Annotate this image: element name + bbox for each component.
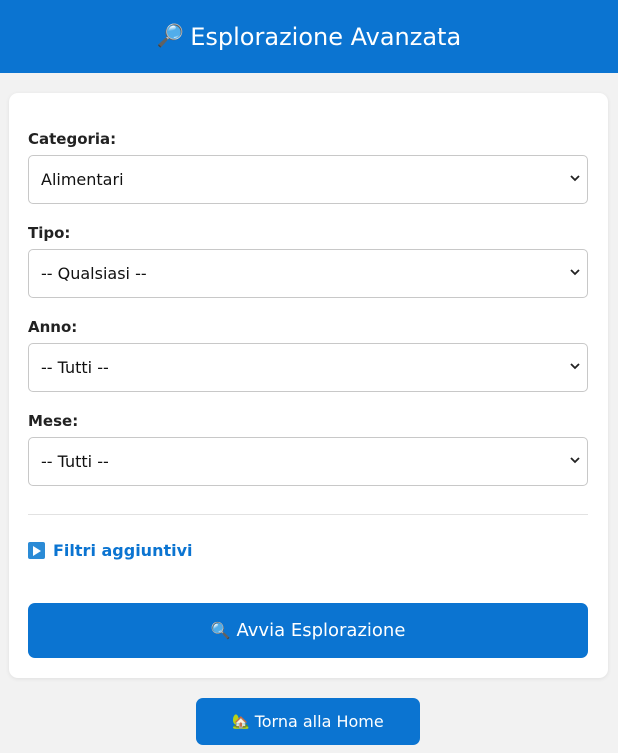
divider <box>28 514 588 515</box>
back-home-button[interactable]: 🏡 Torna alla Home <box>196 698 420 745</box>
category-field: Categoria: Alimentari <box>28 129 588 204</box>
category-label: Categoria: <box>28 130 117 148</box>
chevron-down-icon <box>569 360 581 372</box>
chevron-down-icon <box>569 172 581 184</box>
search-magnifier-icon: 🔎 <box>156 24 185 49</box>
additional-filters-toggle[interactable]: Filtri aggiuntivi <box>28 541 193 560</box>
type-select[interactable]: -- Qualsiasi -- <box>28 249 588 298</box>
category-select-value: Alimentari <box>41 170 124 189</box>
page-header: 🔎 Esplorazione Avanzata <box>0 0 618 73</box>
month-field: Mese: -- Tutti -- <box>28 411 588 486</box>
start-exploration-button[interactable]: 🔍 Avvia Esplorazione <box>28 603 588 658</box>
play-icon <box>28 542 45 559</box>
chevron-down-icon <box>569 454 581 466</box>
type-field: Tipo: -- Qualsiasi -- <box>28 223 588 298</box>
type-select-value: -- Qualsiasi -- <box>41 264 147 283</box>
home-icon: 🏡 <box>232 713 250 730</box>
chevron-down-icon <box>569 266 581 278</box>
page-title: Esplorazione Avanzata <box>190 22 462 51</box>
exploration-form: Categoria: Alimentari Tipo: -- Qualsiasi… <box>9 93 608 678</box>
month-label: Mese: <box>28 412 79 430</box>
month-select[interactable]: -- Tutti -- <box>28 437 588 486</box>
year-label: Anno: <box>28 318 78 336</box>
additional-filters-label: Filtri aggiuntivi <box>53 541 193 560</box>
year-select[interactable]: -- Tutti -- <box>28 343 588 392</box>
back-home-label: Torna alla Home <box>254 712 384 731</box>
type-label: Tipo: <box>28 224 71 242</box>
category-select[interactable]: Alimentari <box>28 155 588 204</box>
year-field: Anno: -- Tutti -- <box>28 317 588 392</box>
year-select-value: -- Tutti -- <box>41 358 109 377</box>
search-icon: 🔍 <box>210 621 231 640</box>
start-exploration-label: Avvia Esplorazione <box>236 620 406 641</box>
month-select-value: -- Tutti -- <box>41 452 109 471</box>
